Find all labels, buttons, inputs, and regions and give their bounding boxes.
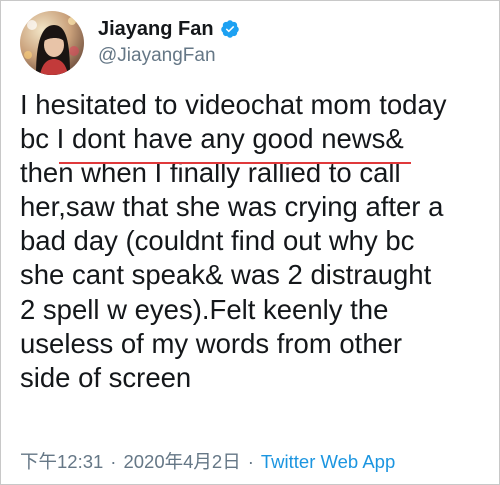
name-row: Jiayang Fan [98, 17, 240, 41]
verified-badge-icon [220, 19, 240, 39]
tweet-text: I hesitated to videochat mom today bc I … [20, 89, 447, 393]
tweet-date[interactable]: 2020年4月2日 [123, 451, 240, 473]
user-handle[interactable]: @JiayangFan [98, 43, 240, 69]
user-names: Jiayang Fan @JiayangFan [98, 17, 240, 69]
source-app-link[interactable]: Twitter Web App [261, 451, 395, 473]
meta-separator: · [110, 451, 117, 472]
profile-photo-icon [20, 11, 84, 75]
avatar[interactable] [20, 11, 84, 75]
highlight-underline [59, 162, 411, 164]
tweet-meta: 下午12:31 · 2020年4月2日 · Twitter Web App [20, 451, 395, 473]
display-name[interactable]: Jiayang Fan [98, 17, 214, 41]
tweet-card: Jiayang Fan @JiayangFan I hesitated to v… [0, 0, 500, 485]
tweet-time[interactable]: 下午12:31 [20, 451, 103, 473]
meta-separator: · [247, 451, 254, 472]
tweet-header: Jiayang Fan @JiayangFan [20, 11, 240, 75]
